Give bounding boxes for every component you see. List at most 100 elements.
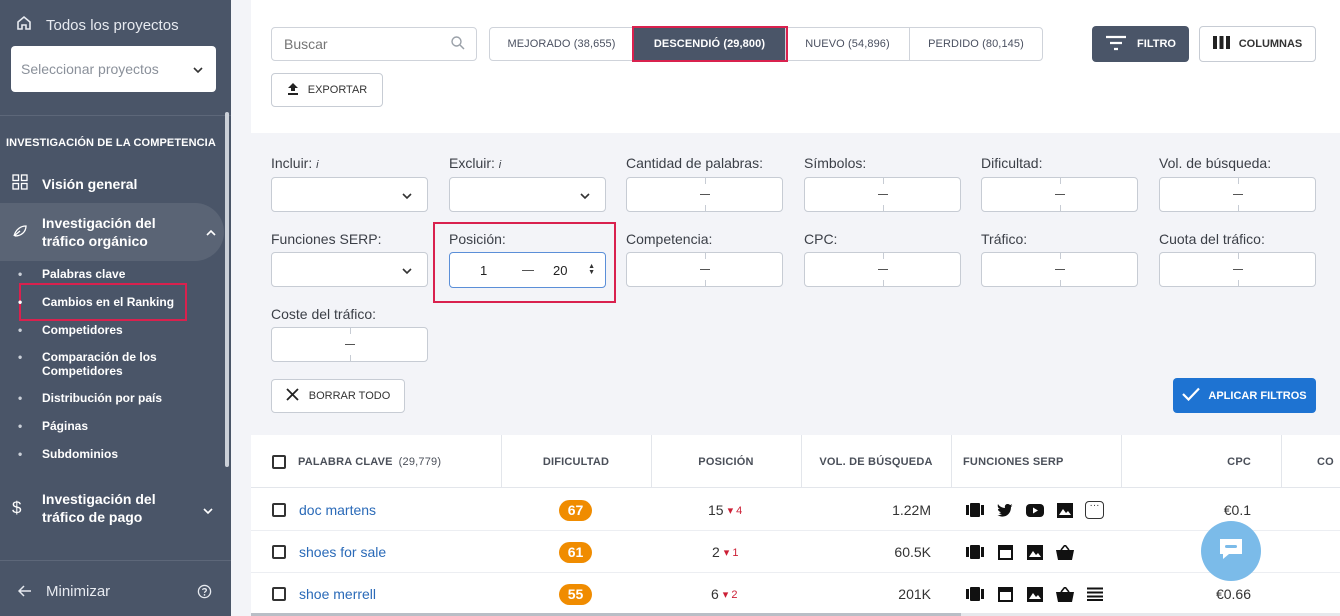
keyword-link[interactable]: doc martens <box>299 502 376 518</box>
apply-filters-label: APLICAR FILTROS <box>1208 389 1307 402</box>
arrow-left-icon <box>17 584 32 600</box>
sidebar-scrollbar[interactable] <box>225 112 229 467</box>
sub-item-keywords[interactable]: • Palabras clave <box>18 267 125 281</box>
filter-label: FILTRO <box>1137 38 1176 50</box>
header-keyword-count: (29,779) <box>398 455 442 468</box>
traffic-range[interactable] <box>981 252 1138 287</box>
chat-icon <box>1217 536 1245 567</box>
filter-button[interactable]: FILTRO <box>1092 26 1189 62</box>
home-icon <box>16 15 32 35</box>
traffic-share-range[interactable] <box>1159 252 1316 287</box>
sidebar: Todos los proyectos Seleccionar proyecto… <box>0 0 231 616</box>
sub-item-pages[interactable]: • Páginas <box>18 419 88 433</box>
chevron-down-icon <box>579 187 591 205</box>
word-count-range[interactable] <box>626 177 783 212</box>
nav-overview-label: Visión general <box>42 175 138 192</box>
carousel-icon <box>965 501 985 519</box>
header-serp-features[interactable]: FUNCIONES SERP <box>963 435 1064 488</box>
serp-features-select[interactable] <box>271 252 428 287</box>
minimize-button[interactable]: Minimizar <box>17 583 212 602</box>
position-range[interactable]: 1 20 ▲ ▼ <box>449 252 606 288</box>
dollar-icon: $ <box>12 498 22 517</box>
symbols-label: Símbolos: <box>804 155 867 171</box>
all-projects-link[interactable]: Todos los proyectos <box>16 15 179 35</box>
tab-lost[interactable]: PERDIDO (80,145) <box>910 28 1042 60</box>
export-button[interactable]: EXPORTAR <box>271 73 383 107</box>
header-competition[interactable]: CO <box>1317 435 1334 488</box>
keyword-link[interactable]: shoes for sale <box>299 544 386 560</box>
table-header: PALABRA CLAVE (29,779) DIFICULTAD POSICI… <box>251 435 1340 488</box>
nav-organic[interactable]: Investigación del tráfico orgánico <box>12 214 217 250</box>
help-icon[interactable] <box>197 584 212 602</box>
header-keyword-label: PALABRA CLAVE <box>298 455 393 468</box>
header-keyword[interactable]: PALABRA CLAVE (29,779) <box>272 435 441 488</box>
position-cell: 6 ▾ 2 <box>711 586 738 602</box>
chat-widget-button[interactable] <box>1201 521 1261 581</box>
upload-icon <box>287 82 299 98</box>
difficulty-range[interactable] <box>981 177 1138 212</box>
filter-icon <box>1105 35 1127 54</box>
sub-item-competitor-comparison[interactable]: • Comparación de los Competidores <box>18 350 162 378</box>
exclude-label: Excluir: i <box>449 155 502 171</box>
table-row[interactable]: doc martens 67 15 ▾ 4 1.22M ··· €0.1 <box>251 489 1340 531</box>
header-difficulty[interactable]: DIFICULTAD <box>501 435 651 488</box>
spinner-icon[interactable]: ▲ ▼ <box>588 263 595 276</box>
nav-paid[interactable]: $ Investigación del tráfico de pago <box>12 490 214 526</box>
search-volume-range[interactable] <box>1159 177 1316 212</box>
row-checkbox[interactable] <box>272 587 286 601</box>
chevron-up-icon <box>205 224 217 240</box>
divider <box>0 560 231 561</box>
traffic-cost-range[interactable] <box>271 327 428 362</box>
project-select-value: Seleccionar proyectos <box>21 61 159 77</box>
row-checkbox[interactable] <box>272 545 286 559</box>
project-select[interactable]: Seleccionar proyectos <box>11 46 216 92</box>
table-row[interactable]: shoe merrell 55 6 ▾ 2 201K €0.66 <box>251 573 1340 615</box>
tab-improved[interactable]: MEJORADO (38,655) <box>490 28 634 60</box>
arrow-down-icon: ▾ <box>723 546 730 559</box>
header-position[interactable]: POSICIÓN <box>651 435 801 488</box>
shopping-icon <box>1055 585 1075 603</box>
exclude-select[interactable] <box>449 177 606 212</box>
columns-button[interactable]: COLUMNAS <box>1199 26 1316 62</box>
check-icon <box>1182 387 1201 404</box>
sub-item-country-distribution[interactable]: • Distribución por país <box>18 391 162 405</box>
clear-all-button[interactable]: BORRAR TODO <box>271 379 405 413</box>
carousel-icon <box>965 585 985 603</box>
grid-icon <box>12 174 28 193</box>
tab-declined[interactable]: DESCENDIÓ (29,800) <box>632 26 788 62</box>
more-icon[interactable]: ··· <box>1085 501 1104 519</box>
position-cell: 2 ▾ 1 <box>712 544 739 560</box>
serp-features-label: Funciones SERP: <box>271 231 382 247</box>
difficulty-badge: 61 <box>559 541 592 563</box>
symbols-range[interactable] <box>804 177 961 212</box>
tab-new[interactable]: NUEVO (54,896) <box>786 28 910 60</box>
apply-filters-button[interactable]: APLICAR FILTROS <box>1173 378 1316 413</box>
competition-range[interactable] <box>626 252 783 287</box>
search-input[interactable] <box>271 27 477 61</box>
header-search-volume[interactable]: VOL. DE BÚSQUEDA <box>801 435 951 488</box>
competition-label: Competencia: <box>626 231 713 247</box>
serp-features-cell: ··· <box>965 489 1104 531</box>
traffic-label: Tráfico: <box>981 231 1028 247</box>
cpc-range[interactable] <box>804 252 961 287</box>
nav-overview[interactable]: Visión general <box>12 174 137 193</box>
search-icon <box>451 36 465 55</box>
sub-item-competitors[interactable]: • Competidores <box>18 323 123 337</box>
header-cpc[interactable]: CPC <box>1121 435 1251 488</box>
chevron-down-icon <box>401 187 413 205</box>
sub-item-ranking-changes[interactable]: • Cambios en el Ranking <box>18 295 174 309</box>
select-all-checkbox[interactable] <box>272 454 286 469</box>
difficulty-badge: 67 <box>559 499 592 521</box>
position-to-input[interactable]: 20 <box>553 263 567 278</box>
site-links-icon <box>995 585 1015 603</box>
position-from-input[interactable]: 1 <box>480 263 487 278</box>
traffic-share-label: Cuota del tráfico: <box>1159 231 1265 247</box>
youtube-icon <box>1025 501 1045 519</box>
row-checkbox[interactable] <box>272 503 286 517</box>
leaf-icon <box>12 223 28 242</box>
keyword-link[interactable]: shoe merrell <box>299 586 376 602</box>
sub-item-subdomains[interactable]: • Subdominios <box>18 447 118 461</box>
include-select[interactable] <box>271 177 428 212</box>
table-row[interactable]: shoes for sale 61 2 ▾ 1 60.5K <box>251 531 1340 573</box>
search-volume-label: Vol. de búsqueda: <box>1159 155 1272 171</box>
